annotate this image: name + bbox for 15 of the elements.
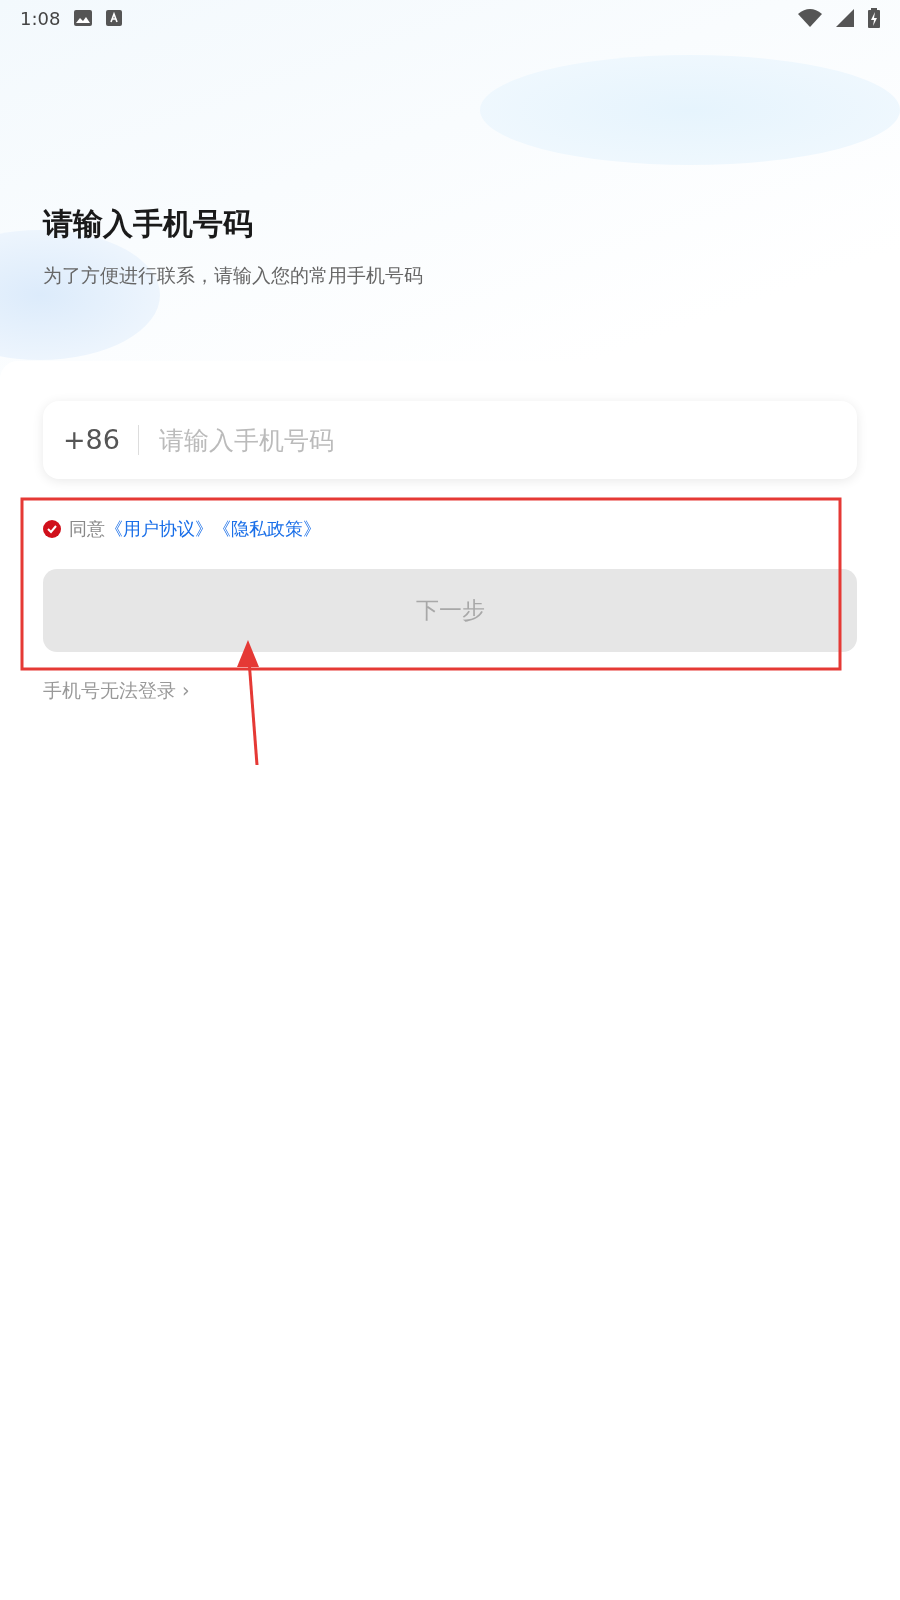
phone-input-field[interactable]: 请输入手机号码	[157, 424, 837, 456]
page-subtitle: 为了方便进行联系，请输入您的常用手机号码	[43, 263, 424, 288]
country-code[interactable]: +86	[63, 425, 139, 455]
text-icon	[106, 10, 123, 26]
agree-label: 同意	[69, 517, 105, 541]
page-title: 请输入手机号码	[43, 205, 254, 243]
agreement-link[interactable]: 《隐私政策》	[213, 517, 321, 541]
battery-icon	[868, 8, 880, 28]
wifi-icon	[798, 9, 822, 27]
status-time: 1:08	[20, 7, 61, 29]
signal-icon	[836, 9, 854, 27]
image-icon	[74, 10, 93, 26]
checkbox-icon[interactable]	[43, 520, 61, 538]
help-link[interactable]: 手机号无法登录 ›	[43, 678, 190, 704]
agreement-link[interactable]: 《用户协议》	[105, 517, 213, 541]
